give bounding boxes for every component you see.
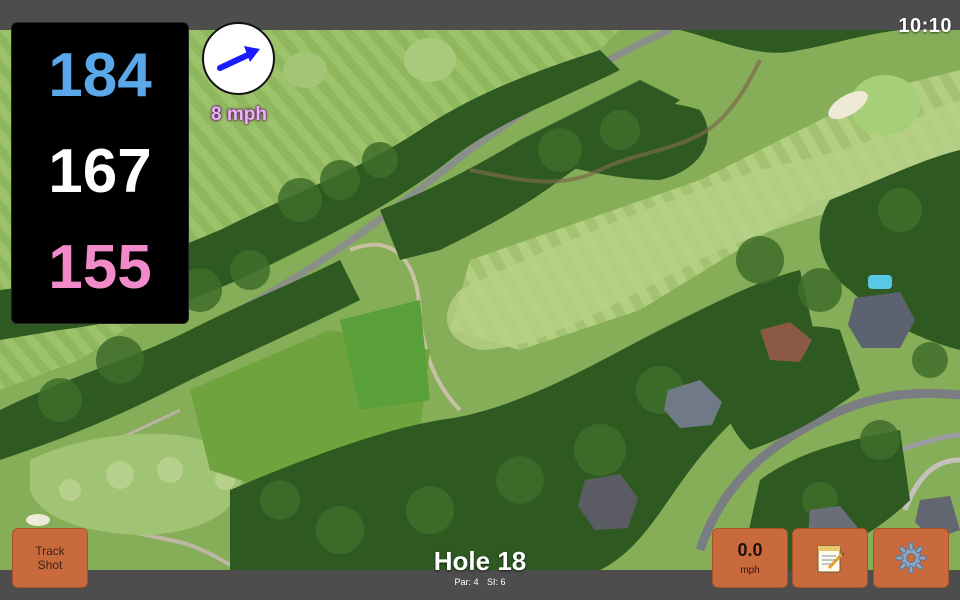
stroke-index-label: SI: 6 [487, 577, 506, 587]
notepad-icon [817, 545, 844, 573]
notes-button[interactable] [792, 528, 868, 588]
settings-button[interactable] [873, 528, 949, 588]
hole-title: Hole 18 [433, 546, 527, 576]
track-shot-button[interactable]: Track Shot [12, 528, 88, 588]
front-yardage: 155 [48, 233, 152, 302]
wind-indicator [202, 22, 275, 95]
back-yardage: 184 [48, 41, 152, 110]
track-shot-label-line2: Shot [37, 558, 63, 572]
hole-details: Par: 4 SI: 6 [380, 577, 580, 587]
wind-arrow-icon [217, 46, 260, 71]
middle-yardage: 167 [48, 137, 152, 206]
wind-speed: 8 mph [211, 104, 267, 125]
par-label: Par: 4 [454, 577, 479, 587]
track-shot-label-line1: Track [35, 544, 65, 558]
speed-unit: mph [740, 565, 760, 576]
gear-icon [895, 542, 927, 574]
yardage-panel: 184 167 155 [11, 22, 189, 324]
speed-button[interactable]: 0.0 mph [712, 528, 788, 588]
speed-value: 0.0 [737, 540, 763, 560]
clock-time: 10:10 [898, 15, 952, 37]
